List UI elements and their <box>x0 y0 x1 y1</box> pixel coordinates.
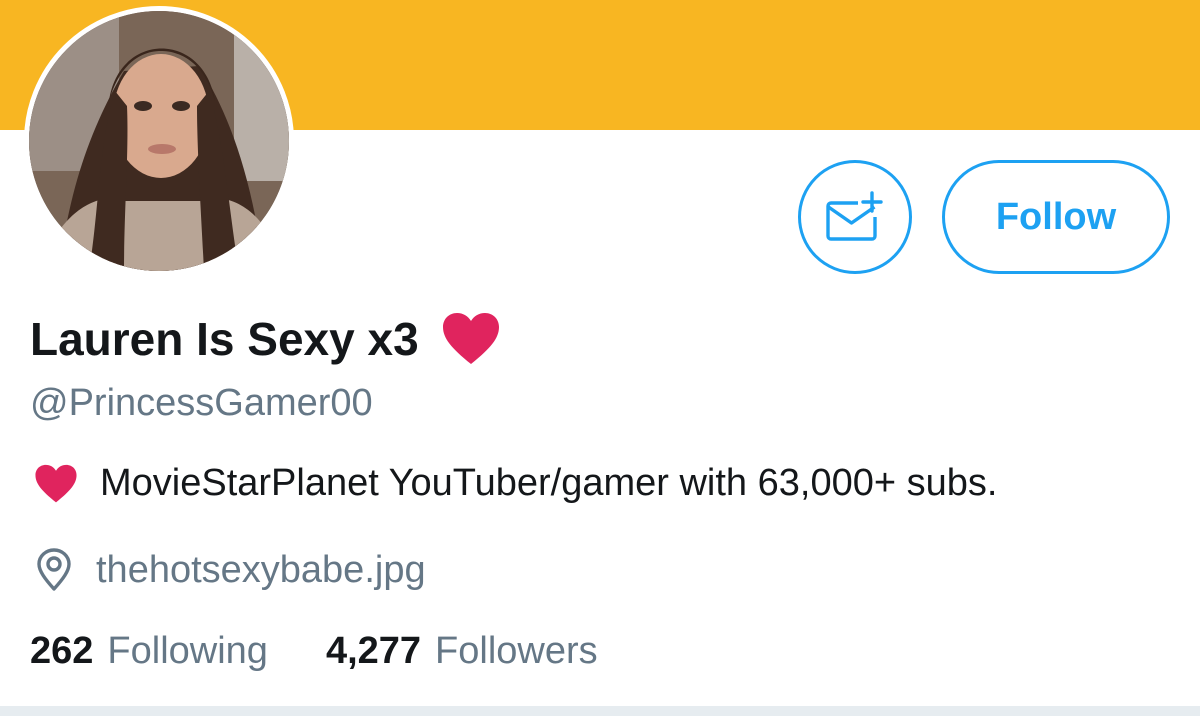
message-button[interactable] <box>798 160 912 274</box>
location-pin-icon <box>34 548 74 592</box>
following-count: 262 <box>30 630 94 672</box>
red-heart-icon <box>34 464 78 504</box>
following-link[interactable]: 262 Following <box>30 630 268 673</box>
display-name-text: Lauren Is Sexy x3 <box>30 313 419 365</box>
username-handle: @PrincessGamer00 <box>30 382 373 424</box>
location: thehotsexybabe.jpg <box>34 548 426 592</box>
display-name: Lauren Is Sexy x3 <box>30 312 501 366</box>
followers-count: 4,277 <box>325 630 422 672</box>
follow-button[interactable]: Follow <box>942 160 1170 274</box>
followers-label: Followers <box>435 630 598 672</box>
location-text: thehotsexybabe.jpg <box>96 548 426 591</box>
bio: MovieStarPlanet YouTuber/gamer with 63,0… <box>34 462 997 505</box>
avatar[interactable] <box>24 6 294 276</box>
section-divider <box>0 706 1200 716</box>
followers-link[interactable]: 4,277 Followers <box>326 630 598 673</box>
avatar-photo <box>29 11 289 271</box>
envelope-plus-icon <box>826 191 883 241</box>
following-label: Following <box>107 630 268 672</box>
follow-button-label: Follow <box>995 195 1117 238</box>
bio-text: MovieStarPlanet YouTuber/gamer with 63,0… <box>100 462 998 504</box>
profile-stats: 262 Following 4,277 Followers <box>30 630 598 673</box>
red-heart-icon <box>441 312 501 366</box>
